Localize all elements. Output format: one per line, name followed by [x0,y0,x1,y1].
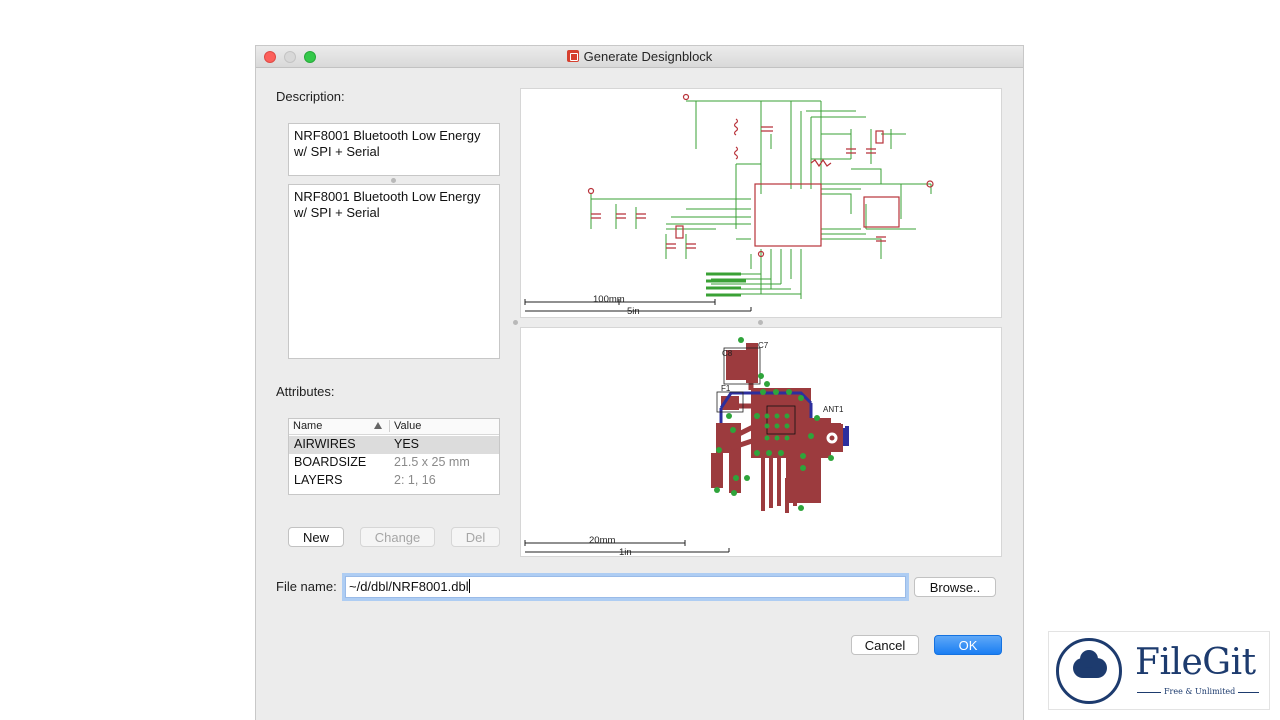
file-name-label: File name: [276,579,337,594]
board-scale-bar: 20mm 1in [524,535,730,557]
preview-splitter-handle[interactable] [758,320,763,325]
app-icon [566,50,579,62]
generate-designblock-dialog: Generate Designblock Description: NRF800… [256,46,1023,720]
ic-symbol [754,183,822,247]
filegit-watermark: FileGit Free & Unlimited [1048,631,1270,710]
column-header-name[interactable]: Name [293,420,322,432]
schematic-scale-metric: 100mm [593,294,625,305]
label-c7: C7 [758,341,769,350]
attribute-value: 21.5 x 25 mm [394,455,470,469]
attributes-table: Name Value AIRWIRES YES BOARDSIZE 21.5 x… [288,418,500,495]
cancel-button[interactable]: Cancel [851,635,919,655]
attribute-name: AIRWIRES [294,437,356,451]
description-label: Description: [276,89,345,104]
table-row[interactable]: BOARDSIZE 21.5 x 25 mm [289,454,499,472]
filegit-logo-icon [1056,638,1122,704]
board-preview: C8 C7 F1 ANT1 20mm 1in [520,327,1002,557]
attribute-value: 2: 1, 16 [394,473,436,487]
sort-ascending-icon [374,422,382,429]
new-attribute-button[interactable]: New [288,527,344,547]
description-summary-field[interactable]: NRF8001 Bluetooth Low Energy w/ SPI + Se… [288,123,500,176]
title-bar: Generate Designblock [256,46,1023,68]
delete-attribute-button[interactable]: Del [451,527,500,547]
file-name-input[interactable]: ~/d/dbl/NRF8001.dbl [345,576,906,598]
label-c8: C8 [722,349,733,358]
label-ant1: ANT1 [823,405,844,414]
attribute-name: BOARDSIZE [294,455,367,469]
schematic-preview: 100mm 5in [520,88,1002,318]
table-row[interactable]: AIRWIRES YES [289,436,499,454]
description-details-field[interactable]: NRF8001 Bluetooth Low Energy w/ SPI + Se… [288,184,500,359]
table-row[interactable]: LAYERS 2: 1, 16 [289,472,499,490]
board-scale-imperial: 1in [619,547,632,557]
text-caret [468,579,470,593]
attribute-value: YES [394,437,420,451]
watermark-tagline: Free & Unlimited [1161,687,1239,696]
file-name-value: ~/d/dbl/NRF8001.dbl [349,579,469,594]
attributes-label: Attributes: [276,384,335,399]
change-attribute-button[interactable]: Change [360,527,435,547]
regulator-symbol [863,196,900,228]
schematic-scale-imperial: 5in [627,306,640,317]
column-header-value[interactable]: Value [389,420,421,432]
board-scale-metric: 20mm [589,535,615,546]
schematic-scale-bar: 100mm 5in [524,294,752,317]
attributes-table-header: Name Value [289,419,499,435]
attribute-name: LAYERS [294,473,343,487]
watermark-brand: FileGit [1135,642,1256,683]
browse-button[interactable]: Browse.. [914,577,996,597]
window-title: Generate Designblock [256,49,1023,64]
board-drawing: C8 C7 F1 ANT1 20mm 1in [524,337,849,557]
antenna-connector [823,424,849,452]
window-title-text: Generate Designblock [583,49,713,64]
vertical-splitter-handle[interactable] [513,320,518,325]
ok-button[interactable]: OK [934,635,1002,655]
description-splitter-handle[interactable] [391,178,396,183]
label-f1: F1 [721,384,731,393]
schematic-drawing: 100mm 5in [524,93,934,317]
